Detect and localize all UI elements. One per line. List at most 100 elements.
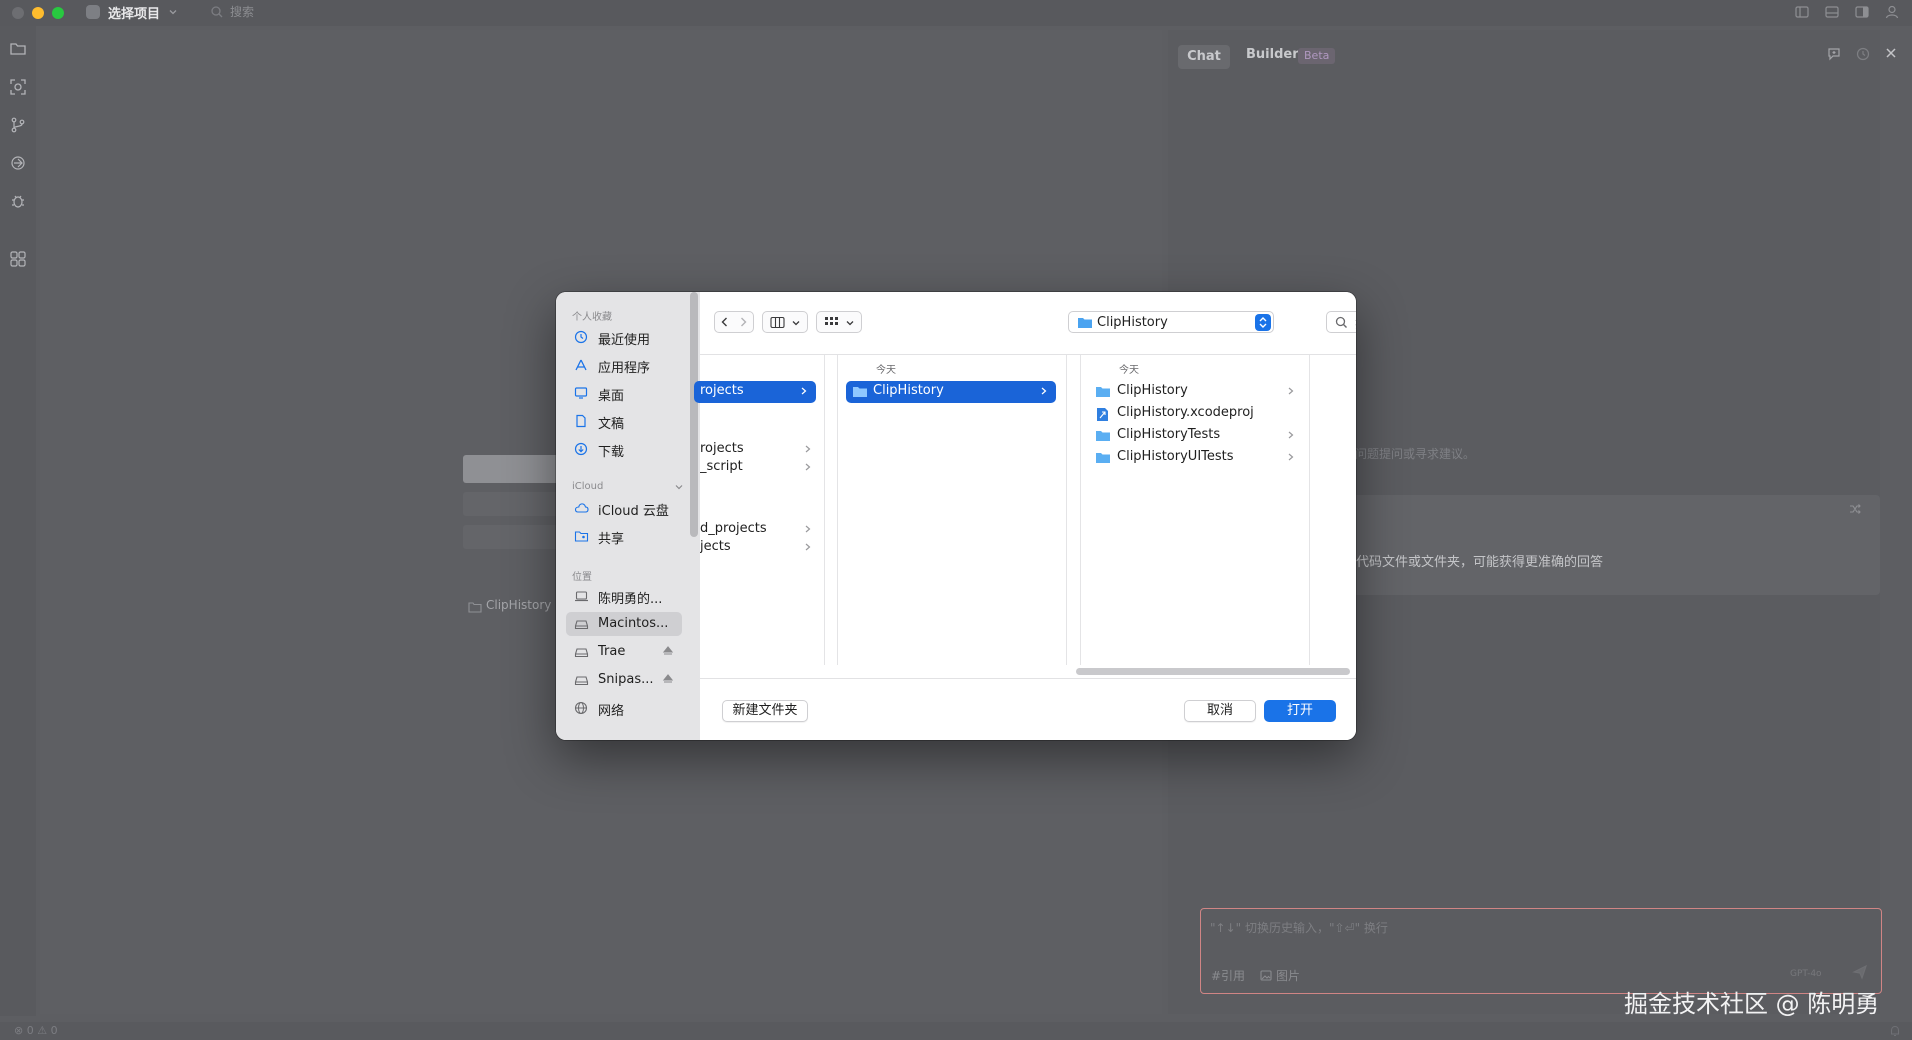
eject-icon[interactable] [662,673,674,685]
debug-bug-icon[interactable] [9,192,27,210]
activity-bar [0,26,36,1016]
welcome-action-button[interactable] [463,492,561,516]
send-icon[interactable] [1852,964,1868,980]
sidebar-item-snipaste[interactable]: Snipas... [566,668,682,692]
chat-image-button[interactable]: 图片 [1276,967,1300,984]
remote-link-icon[interactable] [9,154,27,172]
watermark-text: 掘金技术社区 @ 陈明勇 [1624,990,1880,1018]
shuffle-icon[interactable] [1848,502,1862,516]
folder-icon [1096,431,1110,441]
dialog-search-field[interactable]: 搜索 [1326,311,1356,333]
disk-icon [574,620,589,630]
new-chat-icon[interactable] [1826,46,1842,62]
sidebar-item-documents[interactable]: 文稿 [566,409,682,433]
column-date-header: 今天 [1119,365,1139,376]
sidebar-item-label: Macintos... [598,616,669,631]
toggle-left-panel-icon[interactable] [1794,4,1810,20]
dialog-toolbar: ClipHistory 搜索 [700,292,1356,354]
toggle-right-panel-icon[interactable] [1854,4,1870,20]
disk-icon [574,648,589,658]
source-control-icon[interactable] [9,116,27,134]
sidebar-item-icloud-drive[interactable]: iCloud 云盘 [566,496,682,520]
eject-icon[interactable] [662,645,674,657]
column-date-header: 今天 [876,365,896,376]
sidebar-item-trae[interactable]: Trae [566,640,682,664]
context-tip-card [1340,495,1880,595]
window-minimize-button[interactable] [32,7,44,19]
new-folder-button[interactable]: 新建文件夹 [722,700,808,722]
list-item[interactable]: rojects [694,381,816,403]
app-logo-icon [86,5,100,19]
list-item[interactable]: ClipHistory.xcodeproj [1089,403,1303,425]
group-view-button[interactable] [816,311,862,333]
chevron-down-icon [846,321,854,326]
horizontal-scrollbar[interactable] [1076,668,1350,675]
project-selector[interactable]: 选择项目 [108,3,160,22]
chat-quote-button[interactable]: #引用 [1211,967,1245,984]
recent-project-link[interactable]: ClipHistory [486,598,551,612]
account-icon[interactable] [1884,4,1900,20]
close-panel-icon[interactable] [1884,46,1898,60]
chevron-right-icon [801,387,807,395]
toggle-bottom-panel-icon[interactable] [1824,4,1840,20]
sidebar-item-macbook[interactable]: 陈明勇的... [566,584,682,608]
sidebar-item-macintosh-hd[interactable]: Macintos... [566,612,682,636]
globe-icon [574,701,588,715]
sidebar-item-downloads[interactable]: 下载 [566,437,682,461]
window-close-button[interactable] [12,7,24,19]
apps-icon [575,359,587,371]
welcome-open-project-button[interactable] [463,455,561,483]
open-button[interactable]: 打开 [1264,700,1336,722]
sidebar-item-desktop[interactable]: 桌面 [566,381,682,405]
list-item[interactable]: ClipHistoryTests [1089,425,1303,447]
chevron-right-icon [805,463,811,471]
welcome-action-button[interactable] [463,525,561,549]
sidebar-item-recents[interactable]: 最近使用 [566,325,682,349]
sidebar-item-label: 下载 [598,445,625,460]
sidebar-scrollbar[interactable] [690,292,698,537]
tab-builder[interactable]: Builder [1246,47,1299,62]
title-search-input[interactable]: 搜索 [230,3,254,20]
chevron-down-icon[interactable] [168,7,178,17]
model-selector[interactable]: GPT-4o [1790,969,1822,979]
status-bar [0,1022,1912,1040]
history-icon[interactable] [1855,46,1871,62]
chevron-left-icon[interactable] [719,316,731,328]
disk-icon [574,676,589,686]
chevron-right-icon[interactable] [737,316,749,328]
sidebar-item-label: Trae [598,644,626,659]
image-icon [1260,970,1272,981]
list-item[interactable]: ClipHistory [1089,381,1303,403]
notifications-icon[interactable] [1888,1024,1902,1038]
back-forward-buttons[interactable] [714,311,754,333]
list-item[interactable]: ClipHistory [846,381,1056,403]
cancel-button[interactable]: 取消 [1184,700,1256,722]
sidebar-item-shared[interactable]: 共享 [566,524,682,548]
search-scan-icon[interactable] [9,78,27,96]
chevron-right-icon [805,525,811,533]
chevron-right-icon [1288,431,1294,439]
extensions-icon[interactable] [9,250,27,268]
sidebar-item-label: 网络 [598,704,625,719]
chevron-right-icon [805,543,811,551]
problems-counter[interactable]: ⊗ 0 ⚠ 0 [14,1024,58,1037]
explorer-folder-icon[interactable] [9,40,27,58]
list-item[interactable]: ClipHistoryUITests [1089,447,1303,469]
folder-icon [853,387,867,397]
desktop-icon [574,387,588,399]
xcode-project-icon [1097,408,1108,421]
column-view-button[interactable] [762,311,808,333]
list-item[interactable]: jects [700,537,820,559]
sidebar-item-network[interactable]: 网络 [566,696,682,720]
chevron-down-icon[interactable] [674,482,684,492]
sidebar-item-applications[interactable]: 应用程序 [566,353,682,377]
icloud-header: iCloud [572,481,604,492]
path-stepper-icon [1255,314,1271,331]
current-path-label: ClipHistory [1097,315,1168,330]
path-popup-button[interactable]: ClipHistory [1068,311,1274,333]
list-item[interactable]: _script [700,457,820,479]
chat-input-placeholder[interactable]: "↑↓" 切换历史输入，"⇧⏎" 换行 [1210,919,1388,936]
window-zoom-button[interactable] [52,7,64,19]
tab-chat[interactable]: Chat [1178,45,1230,69]
sidebar-item-label: iCloud 云盘 [598,504,669,519]
